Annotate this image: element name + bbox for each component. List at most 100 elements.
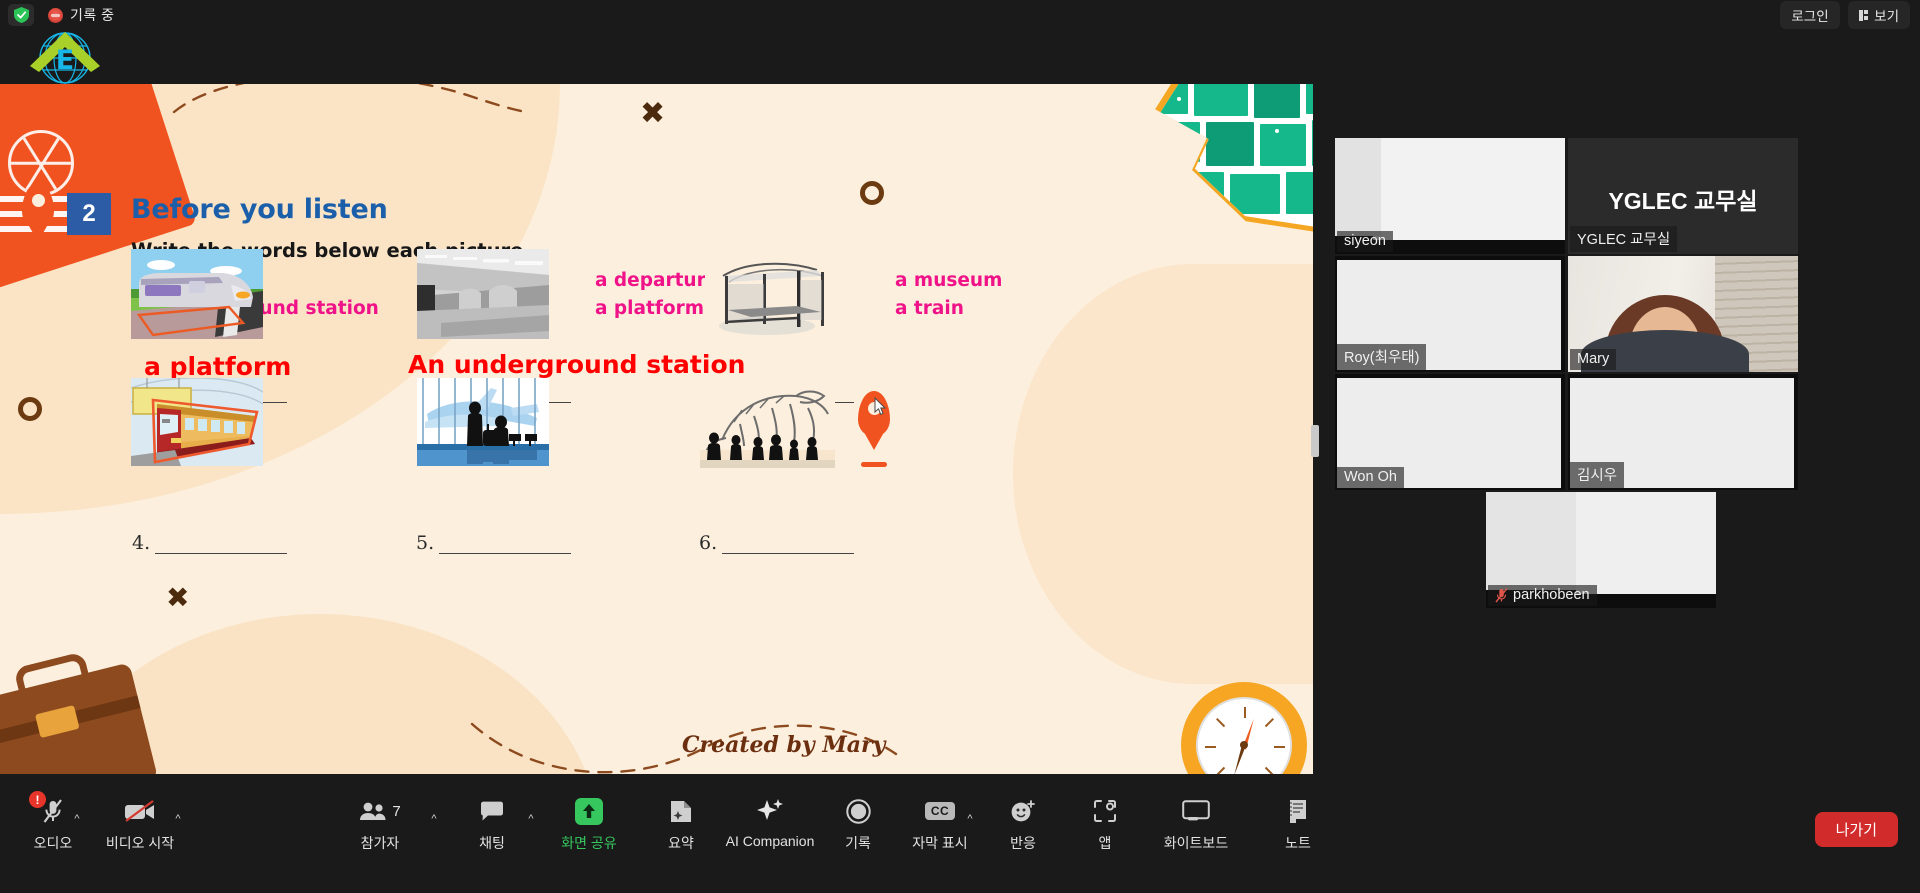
- word-bank-item: a museum: [895, 270, 1003, 291]
- logo-letter: E: [56, 45, 74, 76]
- participant-name-label: parkhobeen: [1513, 587, 1590, 603]
- answer-1: a platform: [144, 352, 292, 381]
- view-label: 보기: [1874, 9, 1899, 24]
- toolbar-label-summary: 요약: [668, 835, 694, 851]
- word-bank-column-3: a museum a train: [895, 270, 1002, 325]
- toolbar-label-notes: 노트: [1285, 835, 1311, 851]
- toolbar-label-apps: 앱: [1098, 835, 1112, 851]
- participant-name-label: Roy(최우태): [1344, 350, 1420, 366]
- word-bank-item: a train: [895, 297, 964, 319]
- toolbar-label-record: 기록: [845, 835, 871, 851]
- toolbar-label-captions: 자막 표시: [912, 835, 968, 851]
- dashed-route-icon: [172, 84, 528, 114]
- video-options-caret-icon[interactable]: ^: [171, 812, 185, 826]
- shield-glyph: [13, 7, 29, 23]
- yglec-logo: E: [24, 22, 106, 88]
- blank-5[interactable]: 5.: [416, 532, 572, 554]
- meeting-toolbar: ! 오디오 ^ 비디오 시작 ^ 7 참가자 ^ 채팅 ^ 화면 공유 요약 A…: [0, 774, 1920, 893]
- participant-name-label: 김시우: [1577, 468, 1618, 484]
- compass-face: [1196, 697, 1292, 774]
- participant-tile-parkhobeen[interactable]: parkhobeen: [1486, 492, 1716, 608]
- top-bar-right: 로그인 보기: [1780, 1, 1920, 29]
- shared-screen-slide[interactable]: ✖ ✖ 2 Before you listen Write the words …: [0, 84, 1313, 774]
- x-decoration: ✖: [640, 96, 666, 131]
- picture-bus-stop-shelter: [705, 254, 837, 339]
- video-placeholder: [1373, 138, 1565, 240]
- video-placeholder: [1335, 138, 1381, 236]
- picture-museum-dinosaur: [700, 380, 835, 468]
- participant-tile-roy[interactable]: Roy(최우태): [1335, 256, 1565, 372]
- participant-name: Mary: [1570, 349, 1617, 370]
- microphone-muted-icon: [1495, 587, 1508, 602]
- participant-tile-wonoh[interactable]: Won Oh: [1335, 374, 1565, 490]
- blank-4[interactable]: 4.: [132, 532, 288, 554]
- blank-number-6: 6.: [699, 532, 718, 554]
- toolbar-button-participants[interactable]: 7 참가자: [326, 796, 434, 853]
- reactions-smiley-icon: [1010, 796, 1036, 826]
- participant-name: Won Oh: [1337, 467, 1404, 488]
- participant-name-label: siyeon: [1344, 233, 1386, 249]
- participants-icon: 7: [359, 796, 401, 826]
- picture-high-speed-train: [131, 249, 263, 339]
- toolbar-label-ai-companion: AI Companion: [725, 833, 815, 849]
- camera-off-icon: [124, 796, 156, 826]
- answer-2: An underground station: [408, 350, 746, 379]
- audio-options-caret-icon[interactable]: ^: [70, 812, 84, 826]
- audio-alert-badge: !: [29, 791, 46, 808]
- folded-map-decoration: [1155, 84, 1313, 234]
- login-button[interactable]: 로그인: [1780, 1, 1840, 29]
- toolbar-label-participants: 참가자: [360, 835, 400, 851]
- recording-dot-icon: [48, 7, 63, 23]
- toolbar-label-chat: 채팅: [479, 835, 505, 851]
- participant-name: YGLEC 교무실: [1570, 226, 1678, 252]
- slide-number-badge: 2: [67, 193, 111, 235]
- picture-underground-tunnel: [417, 249, 549, 339]
- participant-name: Roy(최우태): [1337, 344, 1427, 370]
- chat-bubble-icon: [479, 796, 505, 826]
- panel-resize-handle[interactable]: [1311, 425, 1319, 457]
- share-screen-box: [575, 797, 603, 825]
- share-screen-icon: [575, 796, 603, 826]
- participant-tile-siyeon[interactable]: siyeon: [1335, 138, 1565, 254]
- ai-sparkle-icon: [756, 796, 784, 826]
- ring-decoration: [860, 181, 884, 205]
- participant-name-label: Won Oh: [1344, 469, 1397, 485]
- map-inner: [1160, 84, 1313, 228]
- video-placeholder: [1576, 492, 1716, 594]
- top-bar: 기록 중 로그인 보기: [0, 0, 1920, 30]
- toolbar-button-whiteboard[interactable]: 화이트보드: [1142, 796, 1250, 853]
- picture-departure-lounge: [417, 378, 549, 466]
- blank-number-5: 5.: [416, 532, 435, 554]
- slide-title: Before you listen: [131, 194, 388, 225]
- summary-doc-icon: [669, 796, 693, 826]
- participant-name: siyeon: [1337, 231, 1393, 252]
- cc-badge: CC: [924, 802, 956, 820]
- toolbar-label-audio: 오디오: [33, 835, 73, 851]
- participant-tile-yglec[interactable]: YGLEC 교무실 YGLEC 교무실: [1568, 138, 1798, 254]
- ring-decoration: [18, 397, 42, 421]
- record-circle-icon: [845, 796, 871, 826]
- login-label: 로그인: [1791, 9, 1829, 24]
- notes-icon: [1287, 796, 1309, 826]
- blank-number-4: 4.: [132, 532, 151, 554]
- participant-tile-kimsiwoo[interactable]: 김시우: [1568, 374, 1798, 490]
- slide-credit: Created by Mary: [682, 732, 886, 758]
- toolbar-button-notes[interactable]: 노트: [1244, 796, 1352, 853]
- participant-name-label: Mary: [1577, 351, 1610, 367]
- participant-tile-mary[interactable]: Mary: [1568, 256, 1798, 372]
- participants-count: 7: [392, 802, 401, 820]
- participant-gallery: siyeon YGLEC 교무실 YGLEC 교무실 Roy(최우태) Mary…: [1335, 138, 1920, 738]
- background-blob: [1013, 264, 1313, 684]
- closed-caption-icon: CC: [924, 796, 956, 826]
- blank-6[interactable]: 6.: [699, 532, 855, 554]
- toolbar-label-whiteboard: 화이트보드: [1163, 835, 1229, 851]
- toolbar-label-share-screen: 화면 공유: [561, 835, 617, 851]
- microphone-muted-icon: !: [29, 791, 64, 826]
- view-button[interactable]: 보기: [1847, 1, 1910, 29]
- apps-icon: [1093, 796, 1117, 826]
- participant-name: 김시우: [1570, 462, 1625, 488]
- participant-name: parkhobeen: [1488, 585, 1597, 606]
- compass-decoration-icon: [1181, 682, 1307, 774]
- leave-meeting-button[interactable]: 나가기: [1814, 812, 1898, 847]
- toolbar-label-start-video: 비디오 시작: [105, 835, 175, 851]
